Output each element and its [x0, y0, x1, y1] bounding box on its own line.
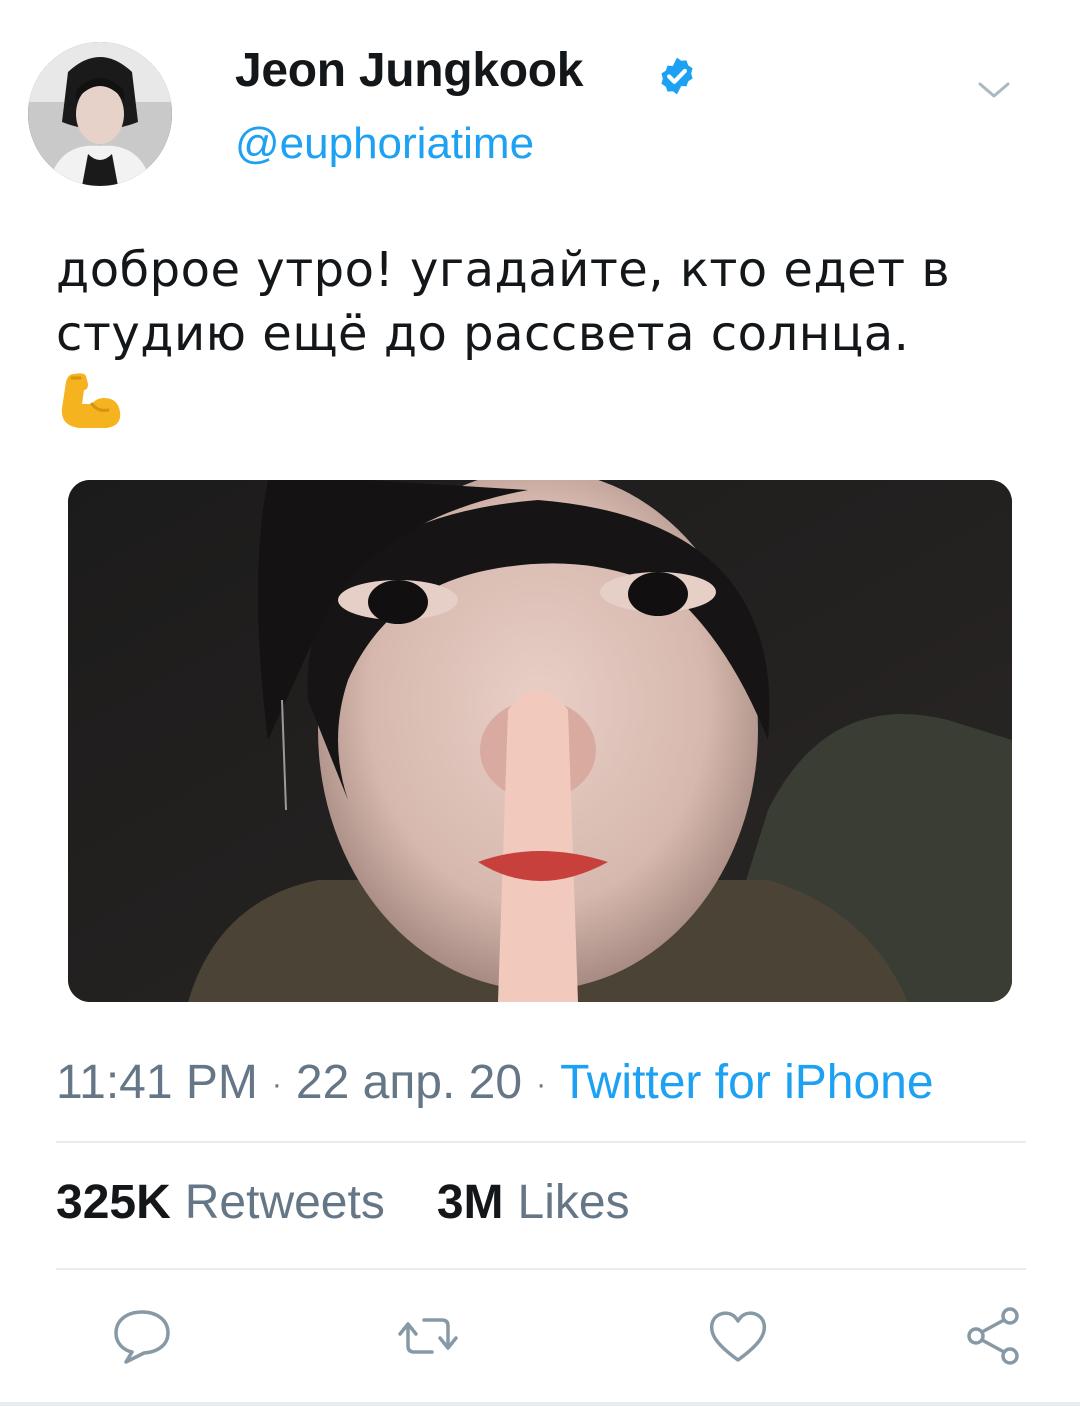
bottom-divider [0, 1402, 1080, 1406]
likes-count: 3M [436, 1176, 504, 1229]
chevron-down-icon[interactable] [972, 68, 1016, 112]
photo-image [68, 480, 1012, 1002]
retweets-label: Retweets [184, 1176, 385, 1229]
like-icon[interactable] [706, 1306, 770, 1366]
likes-stat[interactable]: 3M Likes [437, 1176, 682, 1229]
display-name[interactable]: Jeon Jungkook [235, 40, 583, 102]
tweet-text: доброе утро! угадайте, кто едет в студию… [56, 238, 1046, 366]
meta-separator: · [536, 1068, 547, 1102]
flexed-biceps-icon [61, 373, 121, 428]
meta-separator: · [271, 1068, 282, 1102]
reply-icon[interactable] [110, 1306, 174, 1366]
user-handle[interactable]: @euphoriatime [235, 116, 534, 172]
retweets-count: 325K [56, 1176, 171, 1229]
retweets-stat[interactable]: 325K Retweets [56, 1176, 437, 1229]
verified-badge-icon [661, 57, 693, 95]
tweet-stats: 325K Retweets 3M Likes [56, 1172, 682, 1234]
likes-label: Likes [517, 1176, 630, 1229]
tweet-text-line: доброе утро! угадайте, кто едет в [56, 242, 951, 298]
tweet-date: 22 апр. 20 [295, 1056, 523, 1109]
tweet-photo[interactable] [68, 480, 1012, 1002]
avatar-photo [28, 42, 172, 186]
tweet-source-link[interactable]: Twitter for iPhone [560, 1056, 934, 1109]
tweet-meta: 11:41 PM · 22 апр. 20 · Twitter for iPhone [56, 1052, 934, 1116]
tweet-text-line: студию ещё до рассвета солнца. [56, 306, 910, 362]
divider [56, 1268, 1026, 1270]
avatar[interactable] [28, 42, 172, 186]
divider [56, 1141, 1026, 1143]
share-icon[interactable] [962, 1306, 1026, 1366]
tweet-time: 11:41 PM [56, 1056, 258, 1109]
retweet-icon[interactable] [396, 1306, 460, 1366]
